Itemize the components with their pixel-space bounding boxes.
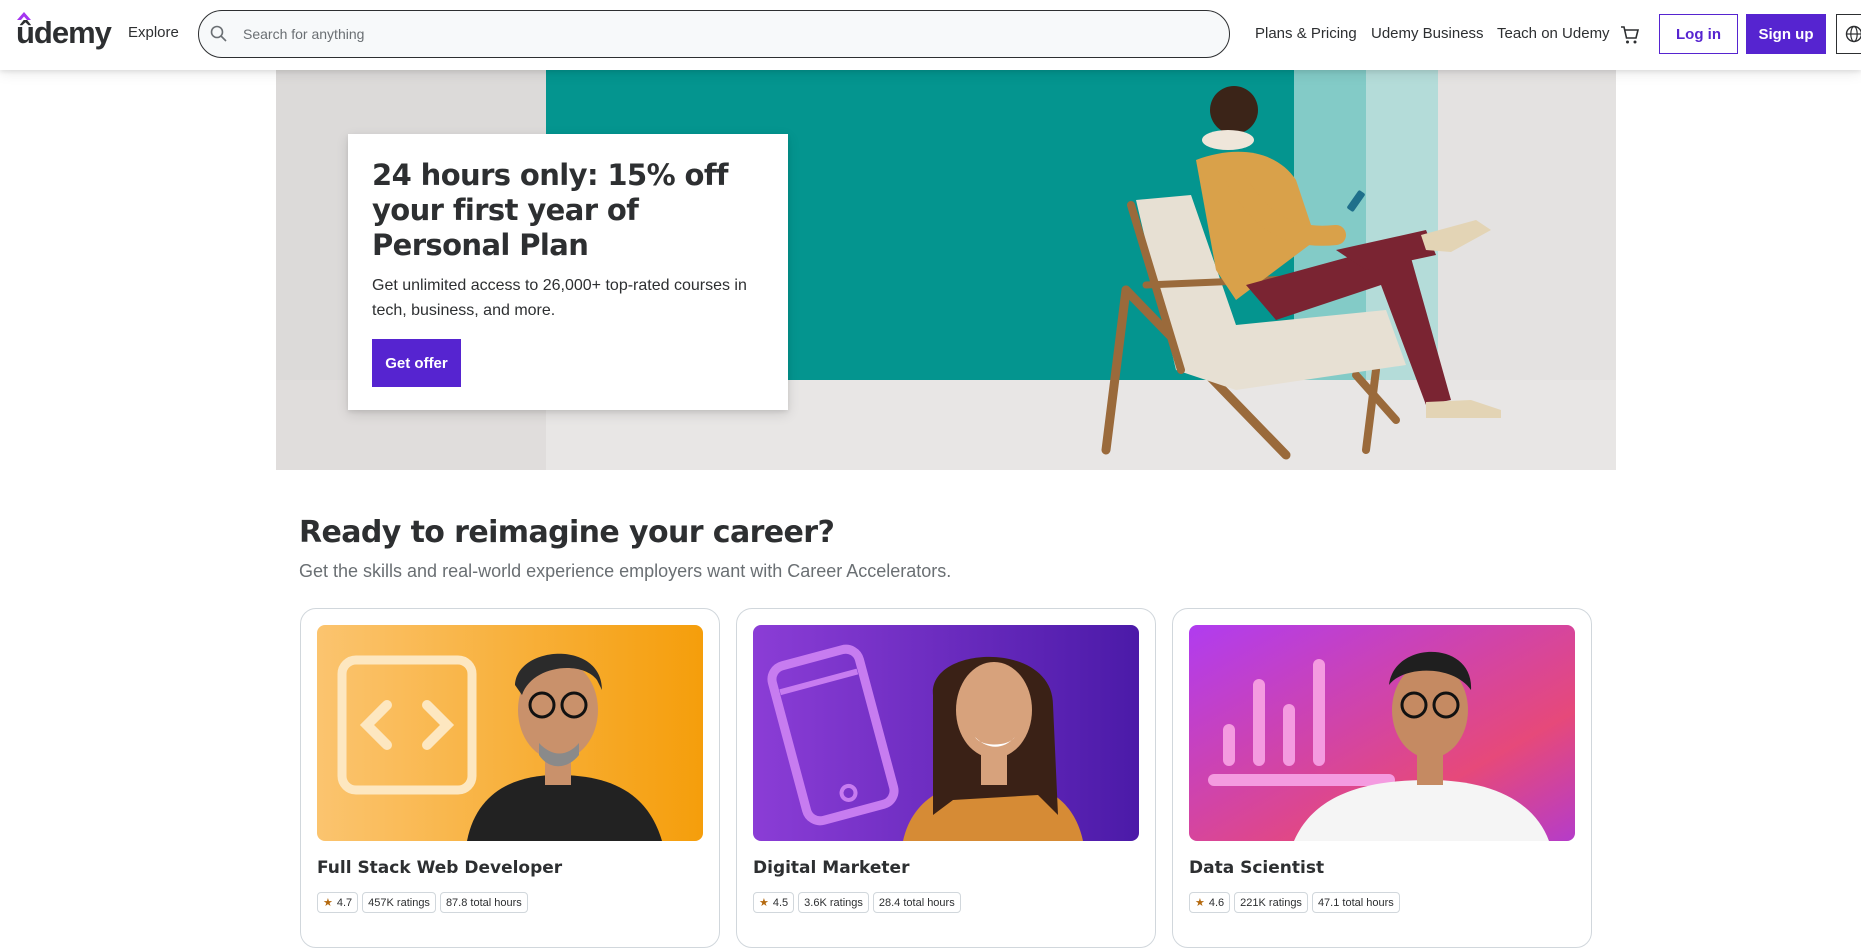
career-card-digital-marketer[interactable]: Digital Marketer ★ 4.5 3.6K ratings 28.4… (736, 608, 1156, 948)
offer-card: 24 hours only: 15% off your first year o… (348, 134, 788, 410)
ratings-count-badge: 457K ratings (362, 892, 436, 913)
search-icon[interactable] (209, 24, 229, 44)
career-card-image (317, 625, 703, 841)
career-card-stats: ★ 4.5 3.6K ratings 28.4 total hours (753, 892, 1139, 913)
explore-menu[interactable]: Explore (128, 24, 179, 41)
signup-button[interactable]: Sign up (1746, 14, 1826, 54)
rating-value: 4.7 (337, 897, 352, 909)
rating-badge: ★ 4.6 (1189, 892, 1230, 913)
logo-hat-icon (17, 12, 31, 20)
cart-icon[interactable] (1619, 24, 1641, 46)
total-hours-badge: 47.1 total hours (1312, 892, 1400, 913)
rating-value: 4.5 (773, 897, 788, 909)
ratings-count-badge: 3.6K ratings (798, 892, 869, 913)
login-button[interactable]: Log in (1659, 14, 1738, 54)
star-icon: ★ (1195, 896, 1205, 909)
career-section-title: Ready to reimagine your career? (299, 515, 834, 550)
search-bar[interactable] (198, 10, 1230, 58)
rating-value: 4.6 (1209, 897, 1224, 909)
career-card-image (1189, 625, 1575, 841)
career-card-title: Full Stack Web Developer (317, 858, 703, 878)
udemy-logo[interactable]: ûdemy (16, 15, 111, 51)
total-hours-badge: 28.4 total hours (873, 892, 961, 913)
total-hours-badge: 87.8 total hours (440, 892, 528, 913)
ratings-count-badge: 221K ratings (1234, 892, 1308, 913)
offer-title: 24 hours only: 15% off your first year o… (372, 158, 764, 263)
star-icon: ★ (323, 896, 333, 909)
top-navbar: ûdemy Explore Plans & Pricing Udemy Busi… (0, 0, 1861, 70)
teach-on-udemy-link[interactable]: Teach on Udemy (1497, 25, 1610, 42)
hero-banner: 24 hours only: 15% off your first year o… (276, 70, 1616, 470)
language-button[interactable] (1836, 14, 1861, 54)
career-card-image (753, 625, 1139, 841)
star-icon: ★ (759, 896, 769, 909)
career-card-stats: ★ 4.6 221K ratings 47.1 total hours (1189, 892, 1575, 913)
career-card-stats: ★ 4.7 457K ratings 87.8 total hours (317, 892, 703, 913)
get-offer-button[interactable]: Get offer (372, 339, 461, 387)
career-card-data-scientist[interactable]: Data Scientist ★ 4.6 221K ratings 47.1 t… (1172, 608, 1592, 948)
career-section-subtitle: Get the skills and real-world experience… (299, 561, 951, 582)
rating-badge: ★ 4.5 (753, 892, 794, 913)
rating-badge: ★ 4.7 (317, 892, 358, 913)
logo-text: ûdemy (16, 15, 111, 50)
search-input[interactable] (243, 26, 1143, 42)
udemy-business-link[interactable]: Udemy Business (1371, 25, 1484, 42)
career-card-full-stack[interactable]: Full Stack Web Developer ★ 4.7 457K rati… (300, 608, 720, 948)
career-card-title: Digital Marketer (753, 858, 1139, 878)
offer-subtitle: Get unlimited access to 26,000+ top-rate… (372, 273, 764, 323)
plans-pricing-link[interactable]: Plans & Pricing (1255, 25, 1357, 42)
career-card-title: Data Scientist (1189, 858, 1575, 878)
globe-icon (1845, 25, 1861, 43)
